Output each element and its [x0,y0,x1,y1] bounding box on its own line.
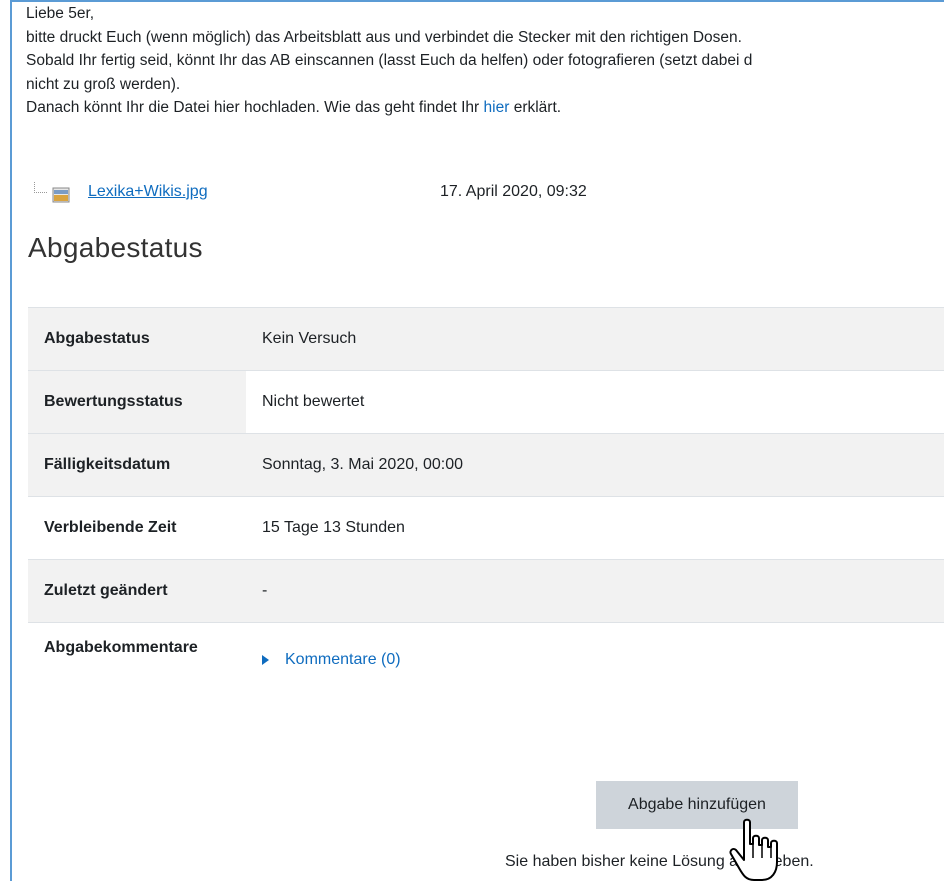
intro-line-5: Danach könnt Ihr die Datei hier hochlade… [26,96,944,120]
help-link[interactable]: hier [484,99,510,116]
status-row-last-modified: Zuletzt geändert - [28,559,944,623]
row-value: Sonntag, 3. Mai 2020, 00:00 [246,433,944,497]
row-label: Abgabekommentare [28,622,246,799]
submission-status-table: Abgabestatus Kein Versuch Bewertungsstat… [28,307,944,799]
attachment-date: 17. April 2020, 09:32 [440,183,587,200]
row-value: Kein Versuch [246,307,944,371]
comments-toggle[interactable]: Kommentare (0) [262,651,928,669]
row-label: Fälligkeitsdatum [28,433,246,497]
intro-line-1: Liebe 5er, [26,5,95,22]
status-row-comments: Abgabekommentare Kommentare (0) [28,622,944,799]
status-row-time-remaining: Verbleibende Zeit 15 Tage 13 Stunden [28,496,944,560]
image-file-icon [52,187,70,203]
intro-line-5-end: erklärt. [509,99,562,116]
row-value: 15 Tage 13 Stunden [246,496,944,560]
attachment-link[interactable]: Lexika+Wikis.jpg [88,183,208,201]
intro-text: Liebe 5er, bitte druckt Euch (wenn mögli… [26,2,944,120]
tree-connector [34,182,47,193]
row-value: Kommentare (0) [246,622,944,799]
row-label: Abgabestatus [28,307,246,371]
attachment-row: Lexika+Wikis.jpg 17. April 2020, 09:32 [34,182,734,208]
section-title: Abgabestatus [28,232,203,263]
intro-line-3: Sobald Ihr fertig seid, könnt Ihr das AB… [26,52,753,69]
status-row-due-date: Fälligkeitsdatum Sonntag, 3. Mai 2020, 0… [28,433,944,497]
caret-right-icon [262,655,269,665]
status-row-grading: Bewertungsstatus Nicht bewertet [28,370,944,434]
comments-link[interactable]: Kommentare (0) [285,651,401,669]
row-label: Verbleibende Zeit [28,496,246,560]
row-label: Bewertungsstatus [28,370,246,434]
status-row-submission: Abgabestatus Kein Versuch [28,307,944,371]
hand-pointer-cursor-icon [729,818,778,881]
intro-line-2: bitte druckt Euch (wenn möglich) das Arb… [26,28,742,46]
row-value: - [246,559,944,623]
intro-line-5-text: Danach könnt Ihr die Datei hier hochlade… [26,99,484,116]
row-value: Nicht bewertet [246,370,944,434]
row-label: Zuletzt geändert [28,559,246,623]
intro-line-4: nicht zu groß werden). [26,75,181,93]
